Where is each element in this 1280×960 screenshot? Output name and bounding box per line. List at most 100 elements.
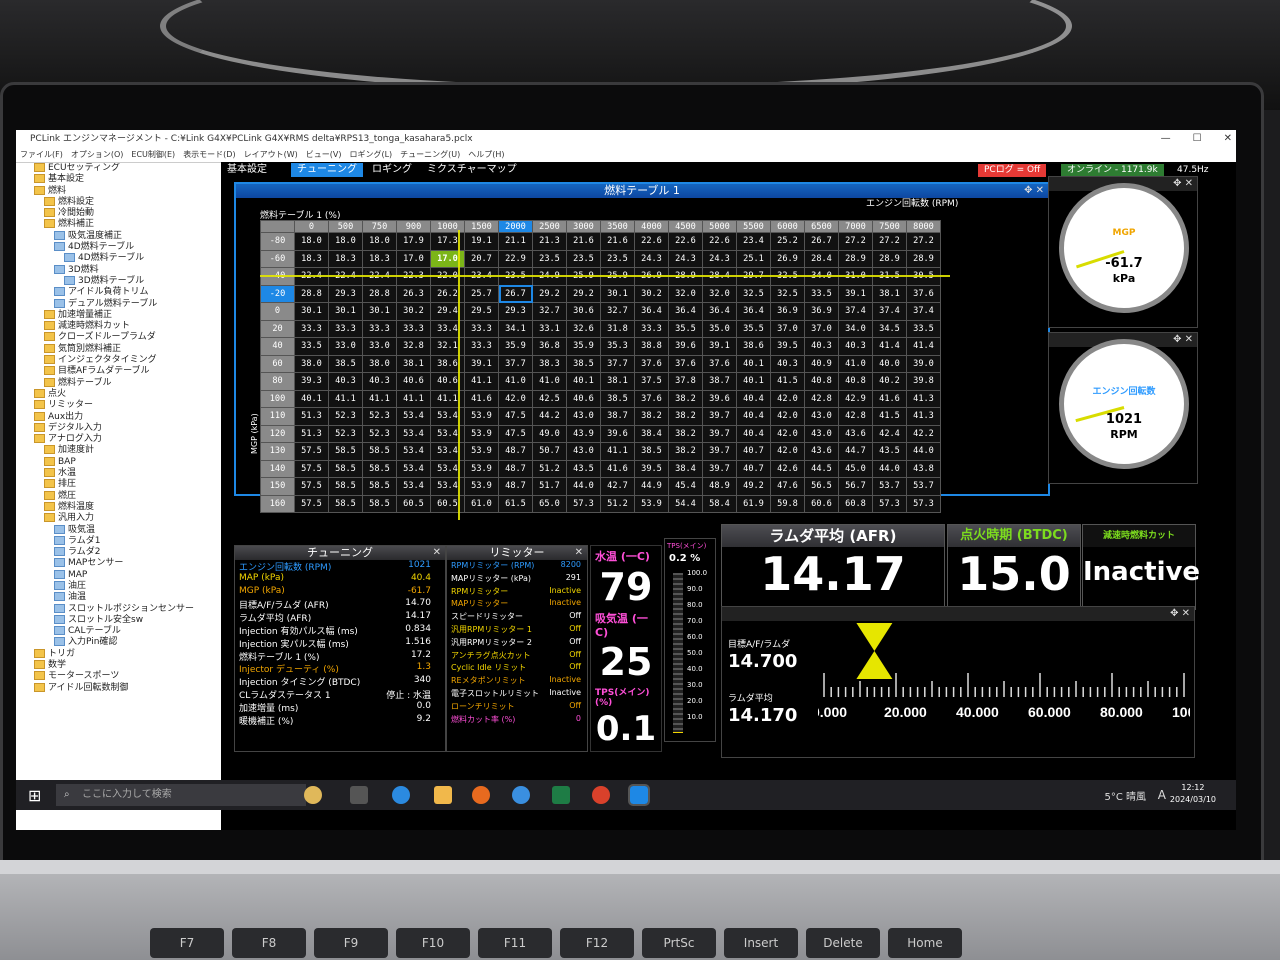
tree-item[interactable]: ECUセッティング xyxy=(16,163,221,174)
rpm-header[interactable]: 2000 xyxy=(498,220,533,233)
mgp-header[interactable]: 20 xyxy=(260,319,295,338)
table-cell[interactable]: 38.1 xyxy=(396,354,431,373)
table-cell[interactable]: 42.6 xyxy=(770,459,805,478)
table-cell[interactable]: 17.9 xyxy=(396,232,431,251)
tree-item[interactable]: BAP xyxy=(16,456,221,468)
table-cell[interactable]: 37.4 xyxy=(872,302,907,321)
table-cell[interactable]: 39.7 xyxy=(702,459,737,478)
table-cell[interactable]: 20.7 xyxy=(464,249,499,268)
task-view-icon[interactable] xyxy=(350,786,368,804)
table-cell[interactable]: 44.7 xyxy=(838,442,873,461)
table-cell[interactable]: 56.7 xyxy=(838,477,873,496)
table-cell[interactable]: 26.9 xyxy=(770,249,805,268)
table-cell[interactable]: 44.9 xyxy=(634,477,669,496)
table-cell[interactable]: 44.0 xyxy=(872,459,907,478)
table-cell[interactable]: 33.1 xyxy=(532,319,567,338)
table-cell[interactable]: 57.3 xyxy=(872,494,907,513)
table-cell[interactable]: 38.4 xyxy=(634,424,669,443)
table-cell[interactable]: 32.7 xyxy=(600,302,635,321)
table-cell[interactable]: 45.0 xyxy=(838,459,873,478)
table-cell[interactable]: 53.4 xyxy=(396,459,431,478)
rpm-header[interactable]: 4000 xyxy=(634,220,669,233)
mgp-header[interactable]: 80 xyxy=(260,372,295,391)
table-cell[interactable]: 21.1 xyxy=(498,232,533,251)
table-cell[interactable]: 57.3 xyxy=(906,494,941,513)
table-cell[interactable]: 22.9 xyxy=(498,249,533,268)
table-cell[interactable]: 58.5 xyxy=(362,477,397,496)
table-cell[interactable]: 53.4 xyxy=(396,407,431,426)
firefox-icon[interactable] xyxy=(472,786,490,804)
table-cell[interactable]: 39.3 xyxy=(294,372,329,391)
table-cell[interactable]: 39.1 xyxy=(702,337,737,356)
table-cell[interactable]: 43.0 xyxy=(566,407,601,426)
table-cell[interactable]: 40.3 xyxy=(362,372,397,391)
tree-item[interactable]: 燃料温度 xyxy=(16,501,221,513)
mgp-header[interactable]: 120 xyxy=(260,424,295,443)
table-cell[interactable]: 33.0 xyxy=(362,337,397,356)
tree-item[interactable]: 加速増量補正 xyxy=(16,309,221,321)
table-cell[interactable]: 17.0 xyxy=(396,249,431,268)
table-cell[interactable]: 56.5 xyxy=(804,477,839,496)
menu-item[interactable]: ロギング(L) xyxy=(349,150,392,159)
table-cell[interactable]: 33.3 xyxy=(634,319,669,338)
table-cell[interactable]: 25.2 xyxy=(770,232,805,251)
table-cell[interactable]: 33.3 xyxy=(294,319,329,338)
table-cell[interactable]: 35.5 xyxy=(736,319,771,338)
table-cell[interactable]: 38.8 xyxy=(634,337,669,356)
rpm-header[interactable]: 3500 xyxy=(600,220,635,233)
table-cell[interactable]: 50.7 xyxy=(532,442,567,461)
table-cell[interactable]: 40.4 xyxy=(736,407,771,426)
table-cell[interactable]: 37.5 xyxy=(634,372,669,391)
tree-item[interactable]: 冷間始動 xyxy=(16,208,221,219)
tree-item[interactable]: 減速時燃料カット xyxy=(16,321,221,332)
close-icon[interactable]: ✕ xyxy=(575,546,583,560)
table-cell[interactable]: 49.2 xyxy=(736,477,771,496)
table-cell[interactable]: 37.6 xyxy=(634,354,669,373)
table-cell[interactable]: 32.0 xyxy=(702,284,737,303)
table-cell[interactable]: 48.7 xyxy=(498,459,533,478)
table-cell[interactable]: 42.0 xyxy=(770,407,805,426)
table-cell[interactable]: 41.1 xyxy=(396,389,431,408)
maximize-icon[interactable]: ☐ xyxy=(1193,130,1202,148)
table-cell[interactable]: 60.5 xyxy=(396,494,431,513)
menu-item[interactable]: レイアウト(W) xyxy=(244,150,298,159)
table-cell[interactable]: 41.3 xyxy=(906,407,941,426)
tree-item[interactable]: 燃料テーブル xyxy=(16,377,221,389)
table-cell[interactable]: 42.8 xyxy=(838,407,873,426)
table-cell[interactable]: 52.3 xyxy=(328,407,363,426)
table-cell[interactable]: 23.4 xyxy=(736,232,771,251)
table-cell[interactable]: 53.4 xyxy=(396,442,431,461)
table-cell[interactable]: 41.4 xyxy=(906,337,941,356)
table-cell[interactable]: 37.6 xyxy=(634,389,669,408)
table-cell[interactable]: 38.4 xyxy=(668,459,703,478)
table-cell[interactable]: 53.9 xyxy=(464,407,499,426)
table-cell[interactable]: 53.9 xyxy=(464,442,499,461)
tree-item[interactable]: 燃料補正 xyxy=(16,219,221,230)
ime-indicator[interactable]: A xyxy=(1158,788,1166,802)
table-cell[interactable]: 42.0 xyxy=(770,442,805,461)
table-cell[interactable]: 28.9 xyxy=(872,249,907,268)
tree-item[interactable]: ラムダ2 xyxy=(16,547,221,558)
tree-item[interactable]: 数学 xyxy=(16,660,221,671)
table-cell[interactable]: 40.3 xyxy=(770,354,805,373)
tree-item[interactable]: 油温 xyxy=(16,592,221,603)
tree-item[interactable]: 3D燃料テーブル xyxy=(16,275,221,287)
mgp-header[interactable]: -60 xyxy=(260,249,295,268)
table-cell[interactable]: 34.5 xyxy=(872,319,907,338)
table-cell[interactable]: 23.5 xyxy=(600,249,635,268)
table-cell[interactable]: 18.3 xyxy=(328,249,363,268)
table-cell[interactable]: 38.3 xyxy=(532,354,567,373)
table-cell[interactable]: 53.9 xyxy=(464,424,499,443)
table-cell[interactable]: 48.7 xyxy=(498,477,533,496)
table-cell[interactable]: 58.5 xyxy=(328,459,363,478)
table-cell[interactable]: 40.4 xyxy=(736,389,771,408)
table-cell[interactable]: 43.9 xyxy=(566,424,601,443)
table-cell[interactable]: 35.5 xyxy=(668,319,703,338)
tab-basic[interactable]: 基本設定 xyxy=(221,163,273,177)
table-cell[interactable]: 28.9 xyxy=(906,249,941,268)
table-cell[interactable]: 19.1 xyxy=(464,232,499,251)
menu-item[interactable]: ECU制御(E) xyxy=(131,150,175,159)
tree-item[interactable]: 燃料設定 xyxy=(16,196,221,208)
table-cell[interactable]: 58.5 xyxy=(362,494,397,513)
table-cell[interactable]: 30.2 xyxy=(634,284,669,303)
